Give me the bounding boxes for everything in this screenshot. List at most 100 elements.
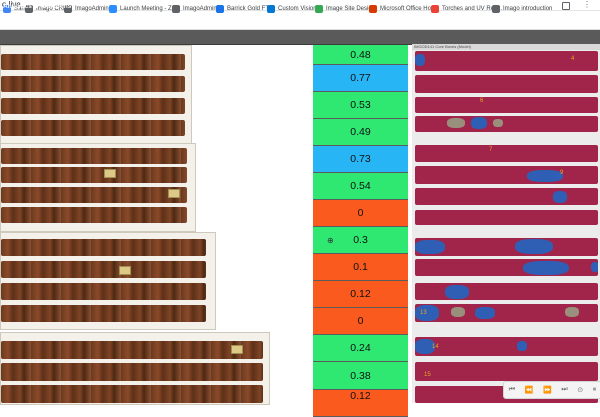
value-cell[interactable]: 0.12	[313, 281, 408, 308]
bookmark-favicon-icon	[431, 5, 439, 13]
model-row	[415, 75, 598, 93]
core-row	[1, 239, 206, 256]
skip-forward-icon[interactable]: ⏭	[561, 386, 567, 394]
value-cell[interactable]: 0.38	[313, 362, 408, 390]
core-tag	[231, 345, 243, 354]
more-icon[interactable]: ⋮	[583, 1, 591, 9]
core-row	[1, 120, 185, 136]
model-region	[415, 240, 445, 254]
model-row	[415, 283, 598, 300]
value-cell[interactable]: 0.1	[313, 254, 408, 281]
value-cell[interactable]: 0.53	[313, 92, 408, 119]
core-tag	[104, 169, 116, 178]
bookmark-launch-meeting[interactable]: Launch Meeting - Z...	[109, 3, 177, 15]
bookmark-office-home[interactable]: Microsoft Office Ho...	[369, 3, 436, 15]
core-tray-3	[0, 232, 216, 330]
model-region	[445, 285, 469, 299]
bookmark-favicon-icon	[216, 5, 224, 13]
model-region	[591, 262, 598, 272]
skip-back-icon[interactable]: ⏮	[509, 386, 515, 394]
core-row	[1, 305, 206, 322]
model-row	[415, 166, 598, 184]
nav-analytics[interactable]: Analytics	[3, 0, 32, 14]
bookmark-favicon-icon	[172, 5, 180, 13]
fast-forward-icon[interactable]: ⏩	[543, 386, 552, 394]
bookmark-label: Microsoft Office Ho...	[380, 6, 436, 12]
model-region	[523, 261, 569, 275]
value-cell[interactable]: 0.12	[313, 390, 408, 417]
bookmark-favicon-icon	[315, 5, 323, 13]
value-cell[interactable]: 0.48	[313, 45, 408, 65]
model-region	[415, 305, 439, 321]
core-row	[1, 148, 187, 164]
value-cell[interactable]: 0.49	[313, 119, 408, 146]
value-cell[interactable]: 0.54	[313, 173, 408, 200]
model-region	[515, 239, 553, 254]
core-tag	[119, 266, 131, 275]
box-label: 15	[424, 372, 431, 378]
model-row	[415, 210, 598, 225]
core-row	[1, 76, 185, 92]
bookmark-label: Image Site Design	[326, 6, 376, 12]
core-row	[1, 187, 187, 203]
bookmark-imagoadmin-2[interactable]: ImagoAdmin	[172, 3, 217, 15]
bookmark-label: ImagoAdmin	[75, 6, 109, 12]
model-row	[415, 116, 598, 132]
core-tray-1	[0, 45, 192, 145]
bookmark-label: Imago introduction	[503, 6, 553, 12]
bookmark-custom-vision[interactable]: Custom Vision	[267, 3, 317, 15]
capture-icon[interactable]: ⊙	[577, 386, 583, 394]
model-row	[415, 188, 598, 205]
box-label: 13	[420, 310, 427, 316]
model-region	[517, 341, 527, 351]
core-row	[1, 54, 185, 70]
model-region	[493, 119, 503, 127]
model-region	[447, 118, 465, 128]
bookmark-barrick-ftp[interactable]: Barrick Gold FTP	[216, 3, 273, 15]
bookmark-favicon-icon	[369, 5, 377, 13]
model-region	[475, 307, 495, 319]
core-row	[1, 207, 187, 223]
model-row	[415, 337, 598, 356]
model-region	[527, 170, 563, 182]
bookmark-image-site-design[interactable]: Image Site Design	[315, 3, 375, 15]
bookmark-favicon-icon	[492, 5, 500, 13]
core-row	[1, 341, 263, 359]
rewind-icon[interactable]: ⏪	[525, 386, 534, 394]
model-panel-title: IMGOD141 Core Boxes (Model)	[414, 44, 471, 49]
app-nav-bar	[0, 30, 600, 45]
bookmark-favicon-icon	[109, 5, 117, 13]
model-row	[415, 238, 598, 256]
model-region	[471, 117, 487, 129]
core-row	[1, 363, 263, 381]
core-row	[1, 167, 187, 183]
value-cell[interactable]: 0.73	[313, 146, 408, 173]
model-row	[415, 97, 598, 113]
tab-icon[interactable]	[562, 2, 570, 10]
bookmark-label: Launch Meeting - Z...	[120, 6, 177, 12]
model-row	[415, 304, 598, 322]
value-cell[interactable]: 0	[313, 308, 408, 335]
box-label: 6	[480, 98, 484, 104]
box-label: 14	[432, 344, 439, 350]
core-tray-4	[0, 332, 270, 405]
model-region	[415, 54, 425, 66]
box-label: 4	[571, 56, 575, 62]
model-region	[553, 191, 567, 203]
core-row	[1, 385, 263, 403]
core-row	[1, 283, 206, 300]
box-label: 9	[560, 170, 564, 176]
nav-predictions[interactable]: Predictions	[36, 0, 71, 14]
model-region	[565, 307, 579, 317]
core-tray-2	[0, 143, 196, 232]
model-row	[415, 362, 598, 381]
value-cell[interactable]: 0.77	[313, 65, 408, 92]
pause-icon[interactable]: ⏸	[593, 386, 597, 394]
value-cell[interactable]: 0.24	[313, 335, 408, 362]
bookmark-imago-introduction[interactable]: Imago introduction	[492, 3, 552, 15]
value-cell[interactable]: 0	[313, 200, 408, 227]
box-label: 7	[489, 147, 493, 153]
cursor-crosshair-icon: ⊕	[327, 236, 334, 245]
video-controls: ⏮ ⏪ ⏩ ⏭ ⊙ ⏸	[503, 381, 600, 399]
core-tag	[168, 189, 180, 198]
